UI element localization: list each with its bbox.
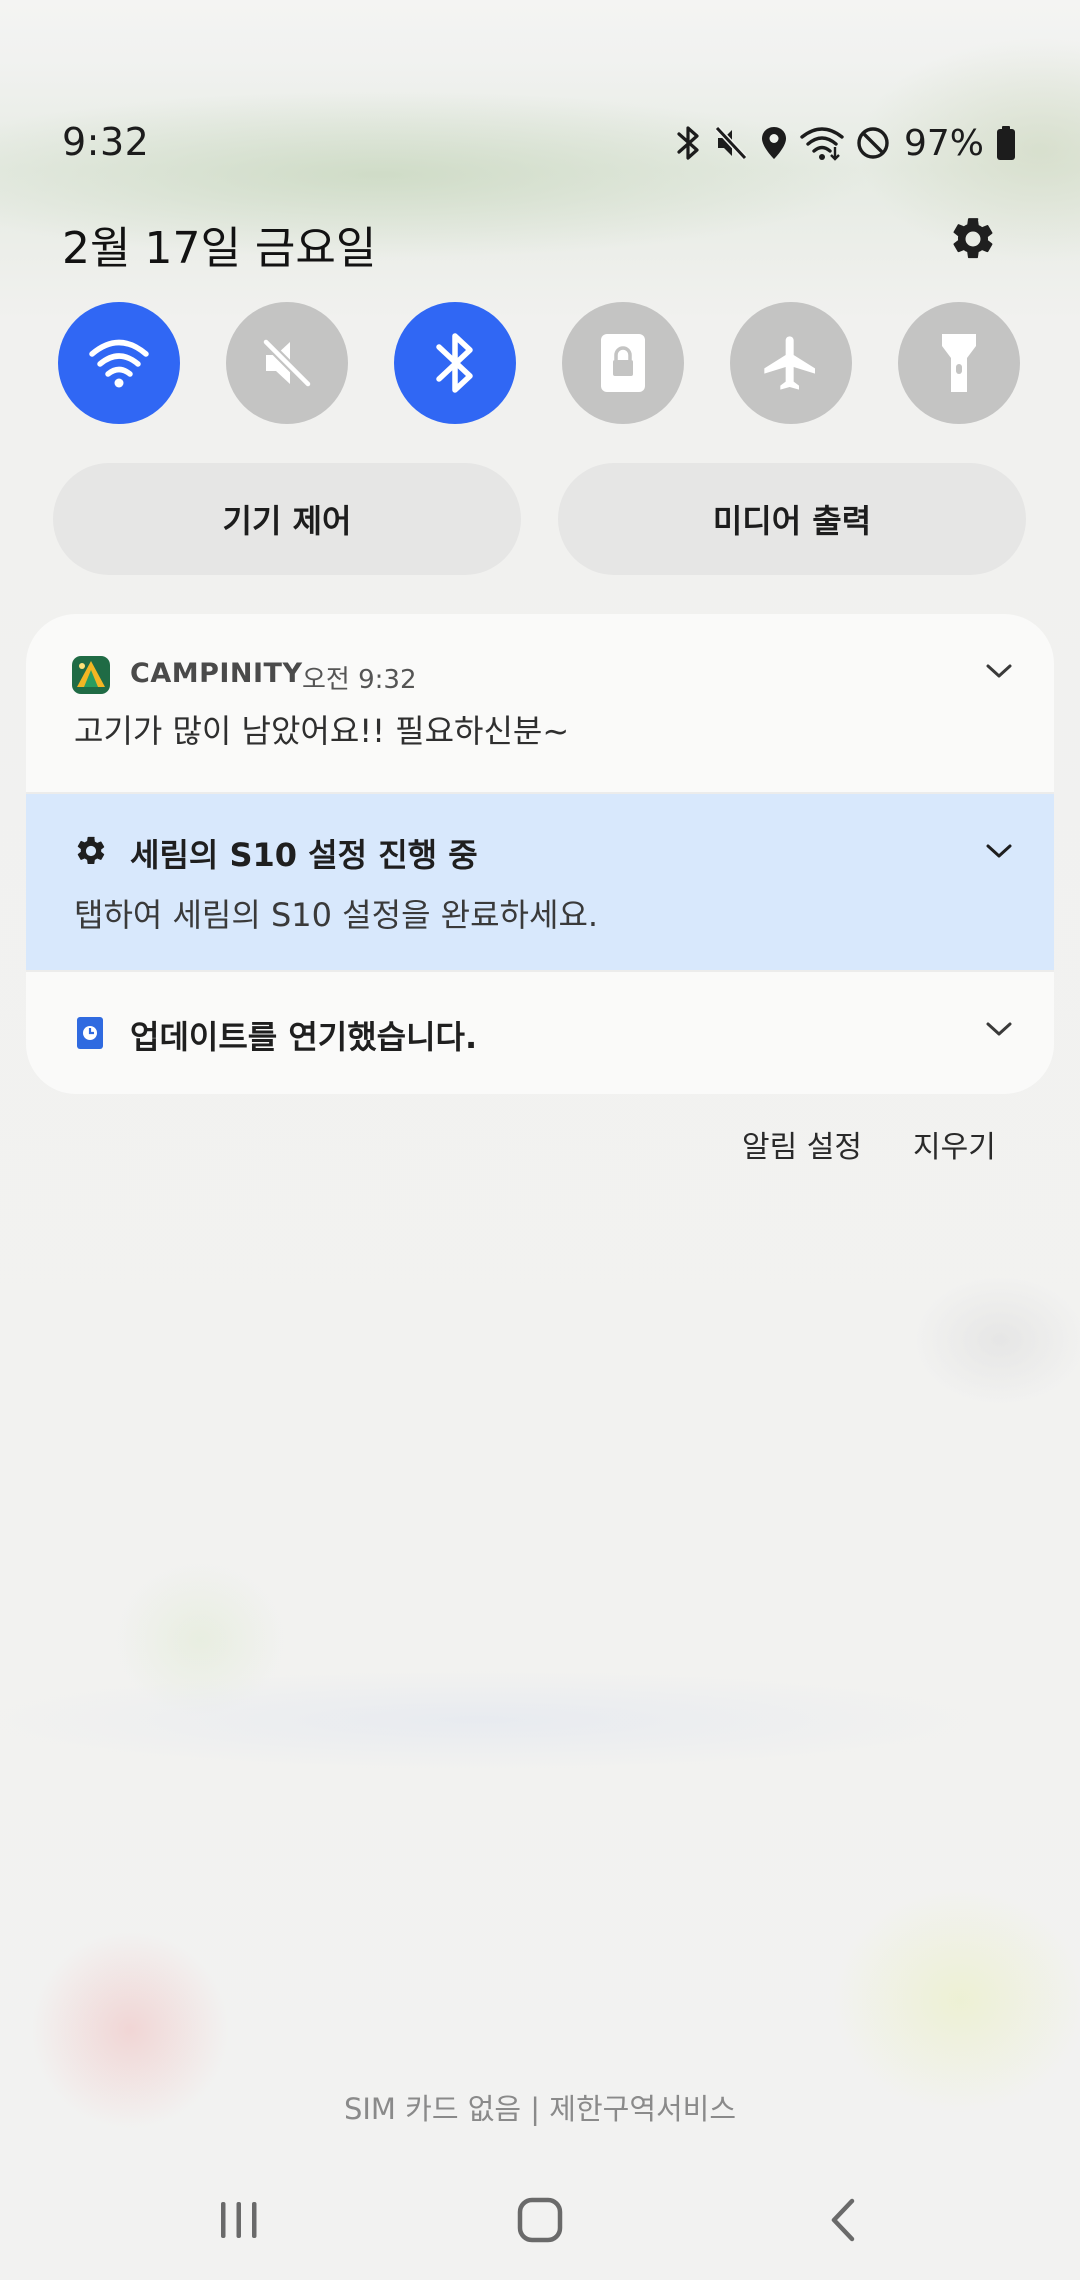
mute-icon xyxy=(262,338,312,388)
chevron-down-icon[interactable] xyxy=(984,836,1014,866)
notification-setup-in-progress[interactable]: 세림의 S10 설정 진행 중 탭하여 세림의 S10 설정을 완료하세요. xyxy=(26,794,1054,970)
chevron-down-icon[interactable] xyxy=(984,1014,1014,1044)
wifi-icon xyxy=(800,127,844,161)
airplane-icon xyxy=(764,336,815,390)
location-icon xyxy=(761,127,786,159)
gear-icon xyxy=(953,218,993,259)
back-icon xyxy=(831,2198,855,2242)
carrier-status-text: SIM 카드 없음 | 제한구역서비스 xyxy=(343,2092,737,2126)
notification-settings-link[interactable]: 알림 설정 xyxy=(742,1122,862,1166)
recents-button[interactable] xyxy=(199,2180,279,2260)
date-label: 2월 17일 금요일 xyxy=(62,223,377,274)
back-button[interactable] xyxy=(803,2180,883,2260)
gear-icon xyxy=(77,836,105,865)
mute-icon xyxy=(714,125,748,161)
home-icon xyxy=(517,2197,563,2243)
notification-body: 고기가 많이 남았어요!! 필요하신분~ xyxy=(74,712,570,750)
notification-time: 오전 9:32 xyxy=(302,665,417,695)
settings-button[interactable] xyxy=(948,214,998,264)
status-icons: 97% xyxy=(676,118,1016,168)
notification-body: 탭하여 세림의 S10 설정을 완료하세요. xyxy=(74,896,599,934)
home-button[interactable] xyxy=(500,2180,580,2260)
battery-icon xyxy=(997,126,1015,160)
chevron-down-icon[interactable] xyxy=(984,656,1014,686)
battery-percent: 97% xyxy=(903,122,984,164)
sound-tile[interactable] xyxy=(226,302,348,424)
bluetooth-icon xyxy=(677,126,699,160)
notification-panel: CAMPINITY 오전 9:32 고기가 많이 남았어요!! 필요하신분~ 세… xyxy=(26,614,1054,1094)
flashlight-icon xyxy=(942,334,976,392)
campinity-app-icon xyxy=(72,656,110,694)
notification-title: 세림의 S10 설정 진행 중 xyxy=(130,836,478,874)
update-clock-icon xyxy=(77,1017,103,1049)
portrait-lock-icon xyxy=(601,334,645,392)
notification-update-postponed[interactable]: 업데이트를 연기했습니다. xyxy=(26,972,1054,1094)
status-time: 9:32 xyxy=(62,120,150,164)
flashlight-tile[interactable] xyxy=(898,302,1020,424)
airplane-mode-tile[interactable] xyxy=(730,302,852,424)
clear-all-link[interactable]: 지우기 xyxy=(913,1122,996,1166)
notification-campinity[interactable]: CAMPINITY 오전 9:32 고기가 많이 남았어요!! 필요하신분~ xyxy=(26,614,1054,792)
bluetooth-icon xyxy=(436,333,473,393)
bluetooth-tile[interactable] xyxy=(394,302,516,424)
wifi-icon xyxy=(89,339,149,388)
notification-title: 업데이트를 연기했습니다. xyxy=(130,1018,478,1056)
media-output-button[interactable]: 미디어 출력 xyxy=(558,463,1026,575)
notification-app-name: CAMPINITY xyxy=(130,658,303,689)
rotation-lock-tile[interactable] xyxy=(562,302,684,424)
do-not-disturb-icon xyxy=(857,127,889,159)
device-control-button[interactable]: 기기 제어 xyxy=(53,463,521,575)
recents-icon xyxy=(221,2202,257,2238)
wifi-tile[interactable] xyxy=(58,302,180,424)
